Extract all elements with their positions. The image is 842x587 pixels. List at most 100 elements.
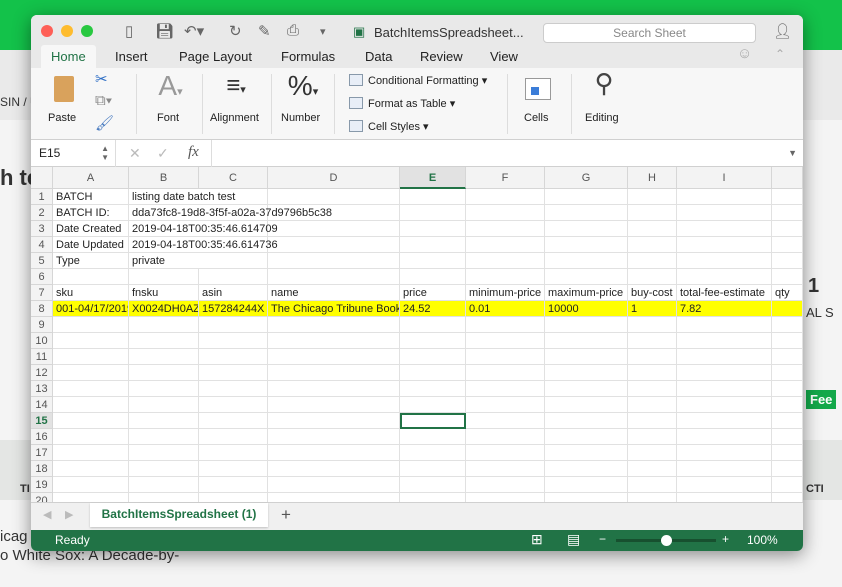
table-cell[interactable] [400, 333, 466, 349]
table-cell[interactable]: qty [772, 285, 803, 301]
table-cell[interactable] [466, 413, 545, 429]
table-cell[interactable] [400, 189, 466, 205]
table-cell[interactable]: BATCH ID: [53, 205, 129, 221]
table-cell[interactable] [53, 365, 129, 381]
table-cell[interactable] [677, 333, 772, 349]
table-cell[interactable] [129, 317, 199, 333]
table-cell[interactable] [772, 189, 803, 205]
number-button[interactable]: %▾ Number [275, 68, 331, 124]
table-cell[interactable] [677, 493, 772, 502]
table-cell[interactable]: sku [53, 285, 129, 301]
table-cell[interactable] [400, 461, 466, 477]
table-cell[interactable] [772, 429, 803, 445]
table-cell[interactable]: buy-cost [628, 285, 677, 301]
row-header[interactable]: 17 [31, 445, 53, 461]
table-cell[interactable] [772, 445, 803, 461]
tab-home[interactable]: Home [41, 45, 96, 68]
table-cell[interactable]: 10000 [545, 301, 628, 317]
page-layout-view-icon[interactable]: ▤ [567, 531, 580, 548]
table-cell[interactable] [268, 413, 400, 429]
format-painter-icon[interactable]: 🖌︎ [95, 114, 114, 132]
cell-styles-button[interactable]: Cell Styles ▾ [349, 120, 429, 133]
table-cell[interactable] [268, 477, 400, 493]
table-cell[interactable] [772, 365, 803, 381]
selected-cell[interactable] [400, 413, 466, 429]
table-cell[interactable] [53, 461, 129, 477]
table-cell[interactable] [466, 365, 545, 381]
cancel-icon[interactable]: ✕ [129, 145, 141, 162]
table-cell[interactable] [628, 365, 677, 381]
table-cell[interactable]: price [400, 285, 466, 301]
minimize-button[interactable] [61, 25, 73, 37]
table-cell[interactable] [53, 333, 129, 349]
row-header[interactable]: 6 [31, 269, 53, 285]
table-cell[interactable] [199, 253, 268, 269]
table-cell[interactable] [677, 397, 772, 413]
tab-page-layout[interactable]: Page Layout [179, 49, 252, 64]
table-cell[interactable] [268, 381, 400, 397]
table-cell[interactable] [268, 429, 400, 445]
column-header[interactable]: F [466, 167, 545, 189]
table-cell[interactable] [400, 205, 466, 221]
table-cell[interactable]: X0024DH0AZ [129, 301, 199, 317]
table-cell[interactable] [53, 445, 129, 461]
table-cell[interactable] [199, 461, 268, 477]
customize-toolbar-icon[interactable]: ▾ [320, 25, 326, 38]
tab-view[interactable]: View [490, 49, 518, 64]
row-header[interactable]: 18 [31, 461, 53, 477]
table-cell[interactable]: The Chicago Tribune Book of the Chicago … [268, 301, 400, 317]
table-cell[interactable] [53, 349, 129, 365]
table-cell[interactable] [129, 365, 199, 381]
table-cell[interactable] [466, 221, 545, 237]
save-icon[interactable]: 💾︎ [155, 22, 174, 40]
table-cell[interactable] [199, 349, 268, 365]
tab-review[interactable]: Review [420, 49, 463, 64]
table-cell[interactable] [545, 237, 628, 253]
table-cell[interactable] [677, 237, 772, 253]
table-cell[interactable] [628, 205, 677, 221]
table-cell[interactable] [199, 381, 268, 397]
add-sheet-button[interactable]: + [281, 505, 291, 525]
cells-button[interactable]: Cells [513, 68, 563, 124]
table-cell[interactable] [268, 349, 400, 365]
table-cell[interactable] [545, 445, 628, 461]
print-icon[interactable]: ⎙ [287, 22, 299, 39]
table-cell[interactable] [772, 477, 803, 493]
table-cell[interactable] [545, 397, 628, 413]
table-cell[interactable] [772, 221, 803, 237]
table-cell[interactable] [129, 493, 199, 502]
row-header[interactable]: 15 [31, 413, 53, 429]
table-cell[interactable] [400, 365, 466, 381]
sidebar-toggle-icon[interactable]: ▯ [125, 22, 133, 40]
table-cell[interactable] [545, 189, 628, 205]
table-cell[interactable] [268, 445, 400, 461]
table-cell[interactable]: Type [53, 253, 129, 269]
select-all-button[interactable] [31, 167, 53, 189]
table-cell[interactable] [628, 333, 677, 349]
expand-formula-icon[interactable]: ▼ [788, 148, 797, 158]
table-cell[interactable]: maximum-price [545, 285, 628, 301]
table-cell[interactable]: 7.82 [677, 301, 772, 317]
table-cell[interactable] [199, 493, 268, 502]
column-header[interactable]: H [628, 167, 677, 189]
column-header[interactable]: E [400, 167, 466, 189]
name-box[interactable]: E15 ▲ ▼ [31, 140, 116, 167]
table-cell[interactable]: Date Created [53, 221, 129, 237]
table-cell[interactable] [268, 397, 400, 413]
table-cell[interactable] [628, 493, 677, 502]
table-cell[interactable] [628, 189, 677, 205]
table-cell[interactable] [400, 493, 466, 502]
table-cell[interactable] [677, 365, 772, 381]
table-cell[interactable]: listing date batch test [129, 189, 235, 205]
table-cell[interactable] [466, 317, 545, 333]
table-cell[interactable] [466, 381, 545, 397]
insert-function-icon[interactable]: fx [188, 144, 199, 161]
table-cell[interactable] [677, 477, 772, 493]
table-cell[interactable]: private [129, 253, 199, 269]
table-cell[interactable] [268, 365, 400, 381]
table-cell[interactable] [268, 237, 400, 253]
maximize-button[interactable] [81, 25, 93, 37]
table-cell[interactable] [628, 269, 677, 285]
table-cell[interactable] [129, 349, 199, 365]
table-cell[interactable] [466, 461, 545, 477]
